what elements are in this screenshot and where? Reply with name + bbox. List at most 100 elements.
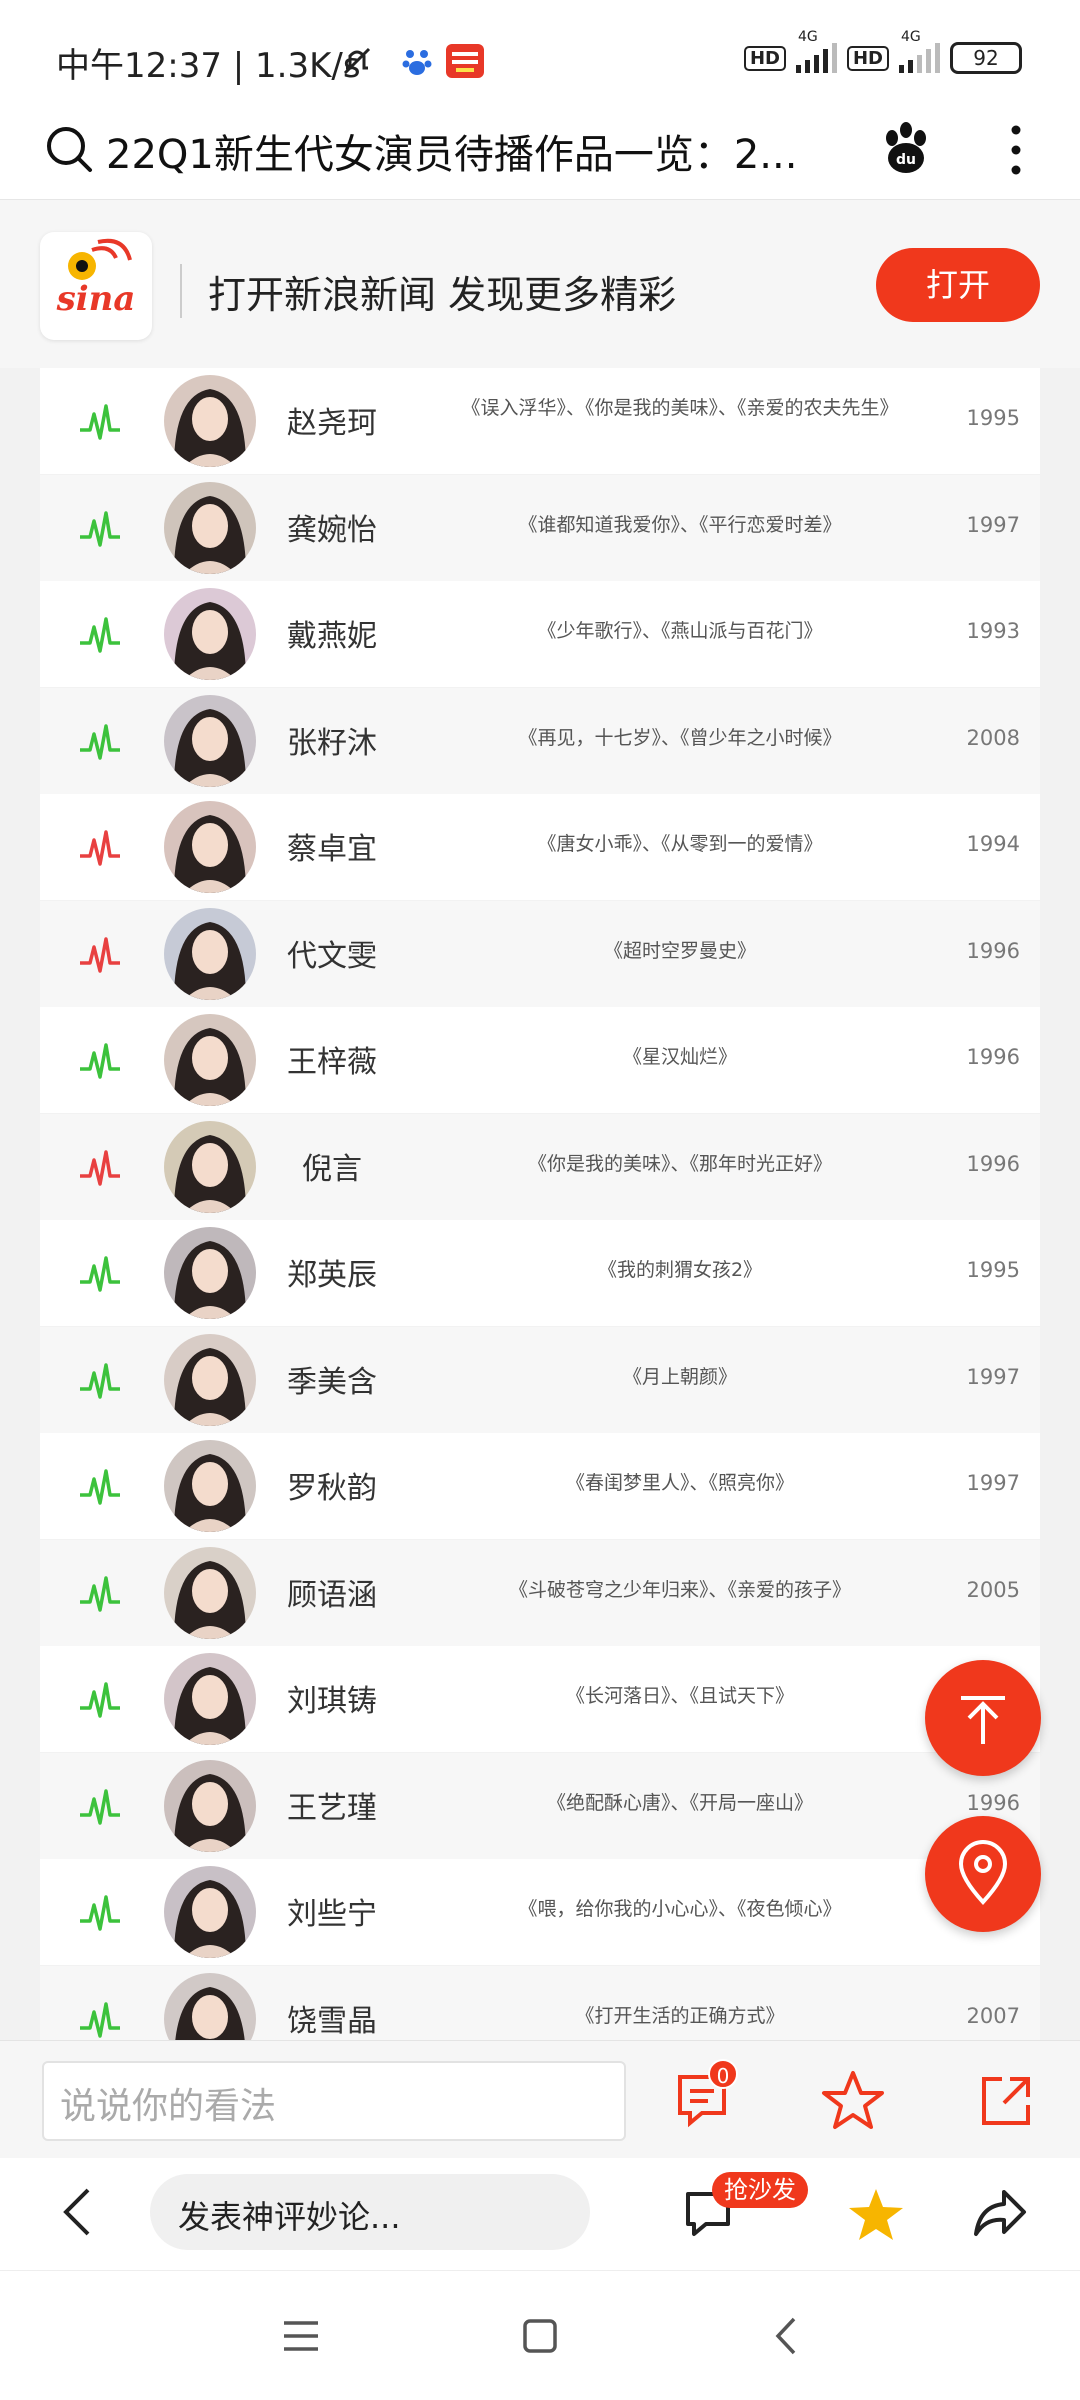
baidu-paw-icon[interactable]: du [878, 120, 934, 180]
avatar [164, 1120, 256, 1213]
table-row: 王艺瑾 《绝配酥心唐》、《开局一座山》 1996 [40, 1752, 1040, 1859]
upcoming-works: 《打开生活的正确方式》 [575, 2004, 785, 2027]
table-row: 郑英辰 《我的刺猬女孩2》 1995 [40, 1220, 1040, 1326]
upcoming-works: 《春闺梦里人》、《照亮你》 [565, 1472, 794, 1494]
avatar [164, 1866, 256, 1958]
banner-divider [180, 264, 182, 318]
actress-name: 倪言 [302, 1151, 362, 1187]
collected-star-icon[interactable] [846, 2186, 906, 2248]
birth-year: 1996 [966, 1790, 1020, 1815]
baidu-notification-icon [400, 44, 434, 78]
search-bar[interactable]: 22Q1新生代女演员待播作品一览：2... du [0, 100, 1080, 200]
birth-year: 1994 [966, 832, 1020, 856]
upcoming-works: 《再见，十七岁》、《曾少年之小时候》 [518, 726, 842, 749]
actress-name: 刘些宁 [287, 1897, 377, 1932]
avatar [164, 694, 256, 787]
trend-pulse-icon [78, 1146, 122, 1190]
avatar [164, 1759, 256, 1852]
location-pin-icon [958, 1840, 1008, 1905]
comment-count-badge: 0 [708, 2059, 738, 2089]
sina-app-banner: sina 打开新浪新闻 发现更多精彩 打开 [0, 200, 1080, 368]
table-row: 刘琪铸 《长河落日》、《且试天下》 [40, 1646, 1040, 1752]
open-app-button[interactable]: 打开 [876, 248, 1040, 322]
signal-icon-2: 4G [899, 29, 940, 73]
home-icon[interactable] [515, 2311, 565, 2361]
back-arrow-icon[interactable] [58, 2184, 98, 2244]
trend-pulse-icon [78, 1572, 122, 1616]
actress-name: 罗秋韵 [287, 1471, 377, 1506]
upcoming-works: 《超时空罗曼史》 [603, 939, 756, 962]
trend-pulse-icon [78, 400, 122, 444]
actress-name: 王梓薇 [287, 1045, 377, 1080]
actress-table: 赵尧珂 《误入浮华》、《你是我的美味》、《亲爱的农夫先生》 1995 龚婉怡 《谁都知道… [40, 368, 1040, 2040]
table-row: 倪言 《你是我的美味》、《那年时光正好》 1996 [40, 1113, 1040, 1220]
table-row: 王梓薇 《星汉灿烂》 1996 [40, 1007, 1040, 1113]
avatar [164, 1972, 256, 2040]
table-row: 顾语涵 《斗破苍穹之少年归来》、《亲爱的孩子》 2005 [40, 1539, 1040, 1646]
more-options-icon[interactable] [1004, 122, 1028, 182]
search-icon[interactable] [44, 124, 96, 180]
table-row: 代文雯 《超时空罗曼史》 1996 [40, 900, 1040, 1007]
hd-badge-1: HD [743, 45, 786, 71]
share-out-icon[interactable] [976, 2071, 1036, 2135]
grab-sofa-badge: 抢沙发 [712, 2172, 808, 2208]
nav-back-icon[interactable] [762, 2311, 812, 2361]
table-row: 张籽沐 《再见，十七岁》、《曾少年之小时候》 2008 [40, 687, 1040, 794]
avatar [164, 1333, 256, 1426]
actress-name: 王艺瑾 [287, 1790, 377, 1826]
comments-button[interactable]: 0 [672, 2059, 738, 2137]
table-row: 刘些宁 《喂，给你我的小心心》、《夜色倾心》 [40, 1859, 1040, 1965]
table-row: 罗秋韵 《春闺梦里人》、《照亮你》 1997 [40, 1433, 1040, 1539]
trend-pulse-icon [78, 1039, 122, 1083]
avatar [164, 907, 256, 1000]
actress-name: 蔡卓宜 [287, 832, 377, 867]
trend-pulse-icon [78, 1359, 122, 1403]
upcoming-works: 《星汉灿烂》 [622, 1046, 737, 1068]
actress-name: 顾语涵 [287, 1577, 377, 1613]
toutiao-notification-icon [446, 44, 484, 78]
actress-name: 代文雯 [287, 938, 377, 974]
avatar [164, 1653, 256, 1745]
upcoming-works: 《喂，给你我的小心心》、《夜色倾心》 [518, 1898, 842, 1920]
birth-year: 1996 [966, 1151, 1020, 1176]
share-arrow-icon[interactable] [970, 2186, 1030, 2246]
birth-year: 1997 [966, 1364, 1020, 1389]
avatar [164, 1546, 256, 1639]
trend-pulse-icon [78, 507, 122, 551]
signal-icon-1: 4G [795, 29, 837, 73]
menu-icon[interactable] [276, 2311, 326, 2361]
actress-name: 赵尧珂 [287, 406, 377, 441]
trend-pulse-icon [78, 826, 122, 870]
battery-indicator: 92 [950, 42, 1022, 74]
system-nav-bar [0, 2270, 1080, 2400]
table-row: 戴燕妮 《少年歌行》、《燕山派与百花门》 1993 [40, 581, 1040, 687]
compose-comment-input[interactable]: 发表神评妙论... [150, 2174, 590, 2250]
back-to-top-button[interactable] [925, 1660, 1041, 1776]
actress-name: 龚婉怡 [287, 512, 377, 548]
favorite-star-icon[interactable] [820, 2069, 886, 2137]
banner-text: 打开新浪新闻 发现更多精彩 [208, 273, 677, 317]
comment-input[interactable]: 说说你的看法 [42, 2061, 626, 2141]
trend-pulse-icon [78, 1465, 122, 1509]
upcoming-works: 《你是我的美味》、《那年时光正好》 [527, 1152, 832, 1175]
status-bar: 中午12:37 | 1.3K/s HD 4G HD 4G 92 [0, 0, 1080, 100]
trend-pulse-icon [78, 1891, 122, 1935]
actress-name: 郑英辰 [287, 1258, 377, 1293]
actress-name: 刘琪铸 [287, 1684, 377, 1719]
arrow-up-icon [961, 1696, 1005, 1744]
actress-name: 季美含 [287, 1364, 377, 1400]
table-row: 季美含 《月上朝颜》 1997 [40, 1326, 1040, 1433]
trend-pulse-icon [78, 720, 122, 764]
upcoming-works: 《斗破苍穹之少年归来》、《亲爱的孩子》 [508, 1578, 851, 1601]
search-query-title[interactable]: 22Q1新生代女演员待播作品一览：2... [106, 122, 866, 180]
birth-year: 2005 [966, 1577, 1020, 1602]
avatar [164, 481, 256, 574]
location-button[interactable] [925, 1816, 1041, 1932]
svg-text:sina: sina [56, 279, 136, 319]
table-row: 饶雪晶 《打开生活的正确方式》 2007 [40, 1965, 1040, 2040]
table-row: 龚婉怡 《谁都知道我爱你》、《平行恋爱时差》 1997 [40, 474, 1040, 581]
birth-year: 1996 [966, 938, 1020, 963]
upcoming-works: 《我的刺猬女孩2》 [597, 1259, 763, 1281]
upcoming-works: 《误入浮华》、《你是我的美味》、《亲爱的农夫先生》 [461, 397, 899, 419]
trend-pulse-icon [78, 1678, 122, 1722]
